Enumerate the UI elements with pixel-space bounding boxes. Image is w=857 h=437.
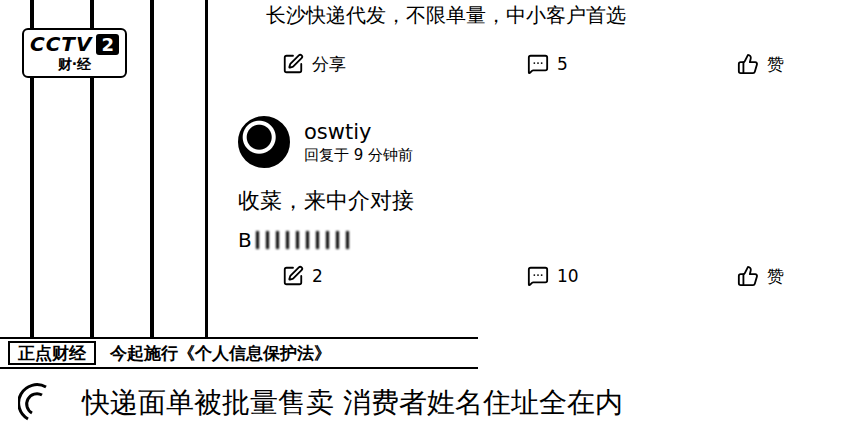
broadcast-arc-icon: [18, 383, 52, 423]
share-icon: [282, 265, 304, 287]
headline: 快递面单被批量售卖 消费者姓名住址全在内: [82, 384, 623, 422]
banner-top-strip: 正点财经今起施行《个人信息保护法》: [0, 337, 478, 369]
username[interactable]: oswtiy: [304, 119, 413, 145]
comment-button[interactable]: 5: [527, 53, 737, 75]
like-icon: [737, 53, 759, 75]
banner-main: 快递面单被批量售卖 消费者姓名住址全在内: [0, 369, 857, 437]
share-button[interactable]: 分享: [282, 53, 527, 76]
banner-topic: 今起施行《个人信息保护法》: [110, 342, 331, 365]
redacted-block: [256, 231, 356, 249]
news-banner: 正点财经今起施行《个人信息保护法》快递面单被批量售卖 消费者姓名住址全在内: [0, 337, 857, 437]
tv-frame: CCTV2财·经长沙快递代发，不限单量，中小客户首选分享5赞oswtiy回复于 …: [0, 0, 857, 437]
comment-body: 收菜，来中介对接: [238, 186, 857, 216]
comment-icon: [527, 265, 549, 287]
comment-author: oswtiy回复于 9 分钟前: [238, 116, 857, 168]
like-button[interactable]: 赞: [737, 265, 857, 288]
comment-button[interactable]: 10: [527, 265, 737, 287]
share-button[interactable]: 2: [282, 265, 527, 287]
comment: oswtiy回复于 9 分钟前收菜，来中介对接B210赞: [238, 86, 857, 298]
avatar-icon[interactable]: [238, 116, 290, 168]
share-icon: [282, 53, 304, 75]
post-text: 长沙快递代发，不限单量，中小客户首选: [238, 2, 857, 28]
like-icon: [737, 265, 759, 287]
action-row: 分享5赞: [238, 42, 857, 86]
like-button[interactable]: 赞: [737, 53, 857, 76]
program-tag: 正点财经: [8, 341, 96, 365]
comment-icon: [527, 53, 549, 75]
comment-contact: B: [238, 228, 857, 252]
channel-logo: CCTV2财·经: [22, 28, 127, 78]
comment-meta: 回复于 9 分钟前: [304, 145, 413, 165]
action-row: 210赞: [238, 254, 857, 298]
